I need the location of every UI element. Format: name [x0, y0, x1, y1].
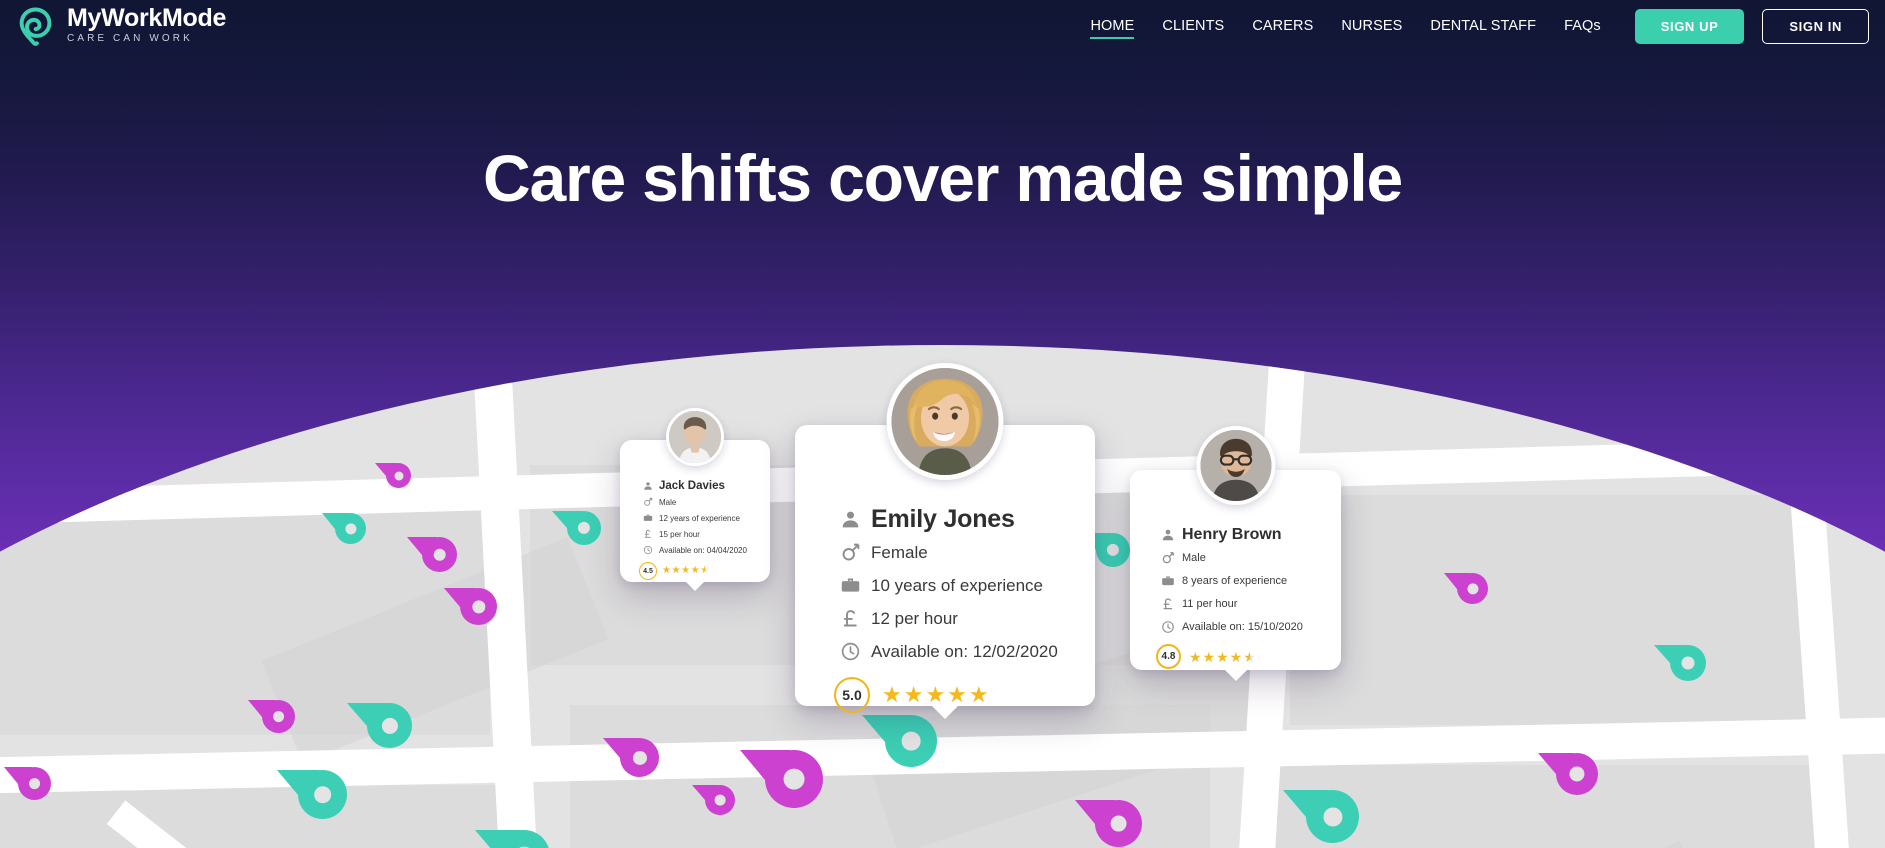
site-header: MyWorkMode CARE CAN WORK HOME CLIENTS CA…: [0, 0, 1885, 52]
profile-name: Jack Davies: [659, 480, 725, 492]
profile-row-name: Jack Davies: [640, 478, 770, 494]
pound-icon: [835, 608, 865, 629]
profile-availability: Available on: 04/04/2020: [659, 545, 747, 555]
profile-gender: Male: [659, 497, 677, 507]
briefcase-icon: [640, 513, 656, 523]
hero-headline: Care shifts cover made simple: [483, 141, 1403, 215]
logo-tagline: CARE CAN WORK: [67, 33, 193, 44]
profile-card-jack-davies[interactable]: Jack Davies Male 12 years of experience …: [620, 408, 770, 591]
clock-icon: [640, 545, 656, 555]
nav-item-faqs[interactable]: FAQs: [1550, 12, 1615, 40]
profile-rate: 15 per hour: [659, 529, 700, 539]
rating-badge: 5.0: [834, 677, 870, 713]
nav-item-home[interactable]: HOME: [1076, 12, 1148, 40]
profile-row-availability: Available on: 15/10/2020: [1157, 615, 1341, 638]
card-tail: [686, 582, 704, 591]
nav-item-dental-staff[interactable]: DENTAL STAFF: [1416, 12, 1550, 40]
profile-row-rate: 11 per hour: [1157, 592, 1341, 615]
profile-availability: Available on: 15/10/2020: [1182, 620, 1303, 633]
gender-icon: [640, 497, 656, 507]
pound-icon: [640, 529, 656, 539]
person-icon: [1157, 528, 1178, 542]
sign-up-button[interactable]: SIGN UP: [1634, 8, 1745, 44]
profile-name: Henry Brown: [1182, 525, 1282, 543]
profile-row-experience: 10 years of experience: [835, 569, 1095, 602]
card-tail: [1224, 670, 1247, 681]
profile-rating: 4.8 ★★★★★: [1156, 644, 1341, 669]
pound-icon: [1157, 597, 1178, 611]
profile-gender: Female: [871, 542, 928, 562]
briefcase-icon: [1157, 574, 1178, 588]
logo[interactable]: MyWorkMode CARE CAN WORK: [14, 5, 226, 48]
star-rating: ★★★★★: [1189, 648, 1257, 665]
card-tail: [931, 705, 959, 719]
profile-card-henry-brown[interactable]: Henry Brown Male 8 years of experience 1…: [1130, 426, 1341, 681]
clock-icon: [835, 641, 865, 662]
profile-experience: 8 years of experience: [1182, 574, 1288, 587]
person-icon: [640, 481, 656, 491]
profile-rating: 4.5 ★★★★★: [639, 562, 770, 580]
profile-row-gender: Male: [640, 494, 770, 510]
clock-icon: [1157, 620, 1178, 634]
avatar: [666, 408, 724, 466]
profile-row-availability: Available on: 04/04/2020: [640, 542, 770, 558]
profile-rate: 11 per hour: [1182, 597, 1238, 610]
profile-rate: 12 per hour: [871, 608, 958, 628]
profile-row-rate: 12 per hour: [835, 602, 1095, 635]
profile-experience: 12 years of experience: [659, 513, 740, 523]
spiral-pin-icon: [14, 5, 57, 48]
nav-item-nurses[interactable]: NURSES: [1327, 12, 1416, 40]
profile-rating: 5.0 ★★★★★: [834, 677, 1095, 713]
rating-badge: 4.8: [1156, 644, 1181, 669]
profile-row-availability: Available on: 12/02/2020: [835, 635, 1095, 668]
profile-row-experience: 12 years of experience: [640, 510, 770, 526]
star-rating: ★★★★★: [662, 565, 710, 576]
sign-in-button[interactable]: SIGN IN: [1762, 8, 1869, 44]
gender-icon: [835, 542, 865, 563]
profile-gender: Male: [1182, 551, 1206, 564]
gender-icon: [1157, 551, 1178, 565]
avatar: [886, 363, 1004, 480]
avatar: [1196, 426, 1275, 505]
logo-name: MyWorkMode: [67, 4, 227, 32]
nav-item-clients[interactable]: CLIENTS: [1148, 12, 1238, 40]
profile-name: Emily Jones: [871, 505, 1015, 533]
profile-row-gender: Female: [835, 536, 1095, 569]
profile-row-experience: 8 years of experience: [1157, 569, 1341, 592]
briefcase-icon: [835, 575, 865, 596]
profile-availability: Available on: 12/02/2020: [871, 641, 1058, 661]
rating-badge: 4.5: [639, 562, 657, 580]
person-icon: [835, 509, 865, 530]
star-rating: ★★★★★: [882, 682, 991, 707]
nav-item-carers[interactable]: CARERS: [1238, 12, 1327, 40]
profile-row-name: Henry Brown: [1157, 523, 1341, 546]
profile-row-gender: Male: [1157, 546, 1341, 569]
main-navigation: HOME CLIENTS CARERS NURSES DENTAL STAFF …: [1076, 8, 1885, 44]
profile-row-name: Emily Jones: [835, 503, 1095, 536]
profile-row-rate: 15 per hour: [640, 526, 770, 542]
landing-page: MyWorkMode CARE CAN WORK HOME CLIENTS CA…: [0, 0, 1885, 848]
profile-card-emily-jones[interactable]: Emily Jones Female 10 years of experienc…: [795, 363, 1095, 719]
profile-experience: 10 years of experience: [871, 575, 1043, 595]
